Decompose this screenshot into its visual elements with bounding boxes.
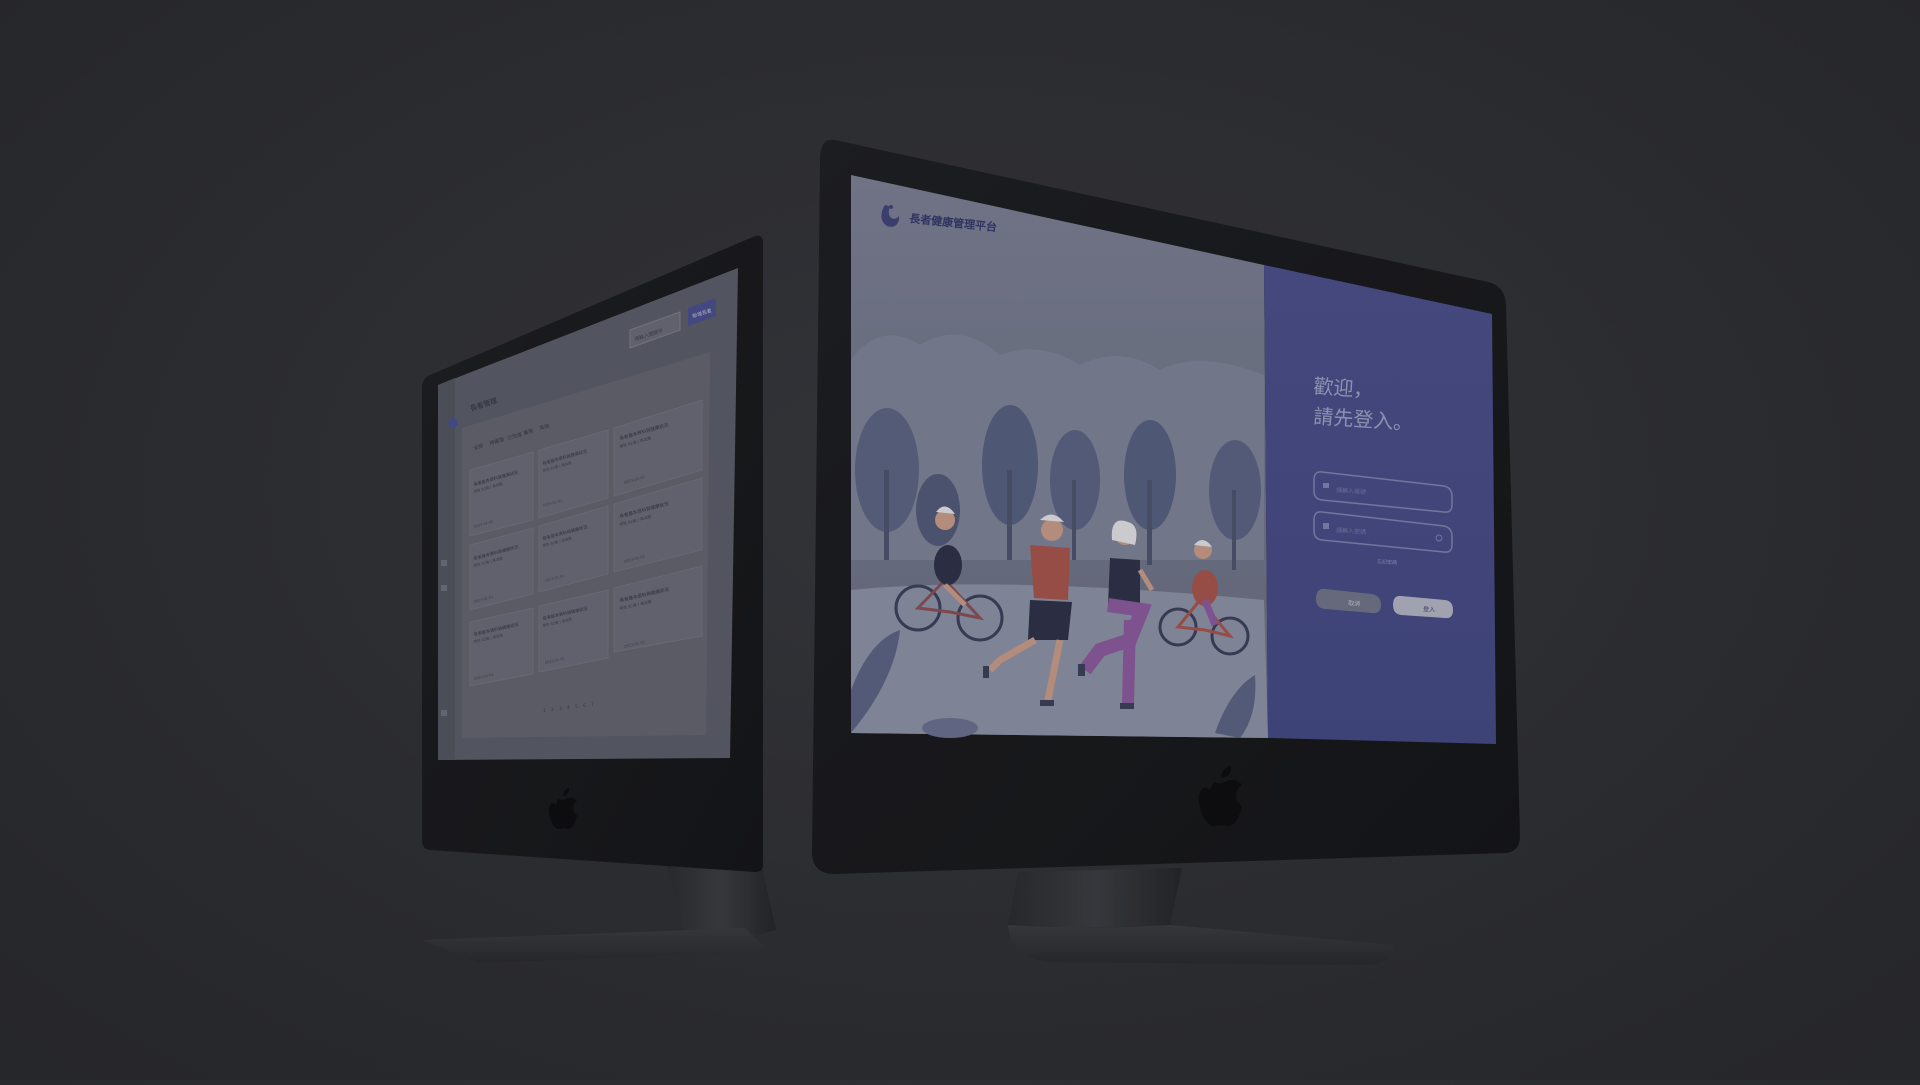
mockup-scene: 長者管理 請輸入關鍵字 新增長者 全部 待處理 已完成 異常 其他 長者基本資料…	[0, 0, 1920, 1080]
mockup-canvas: 長者管理 請輸入關鍵字 新增長者 全部 待處理 已完成 異常 其他 長者基本資料…	[0, 0, 1920, 1080]
dim-overlay	[0, 0, 1920, 1080]
